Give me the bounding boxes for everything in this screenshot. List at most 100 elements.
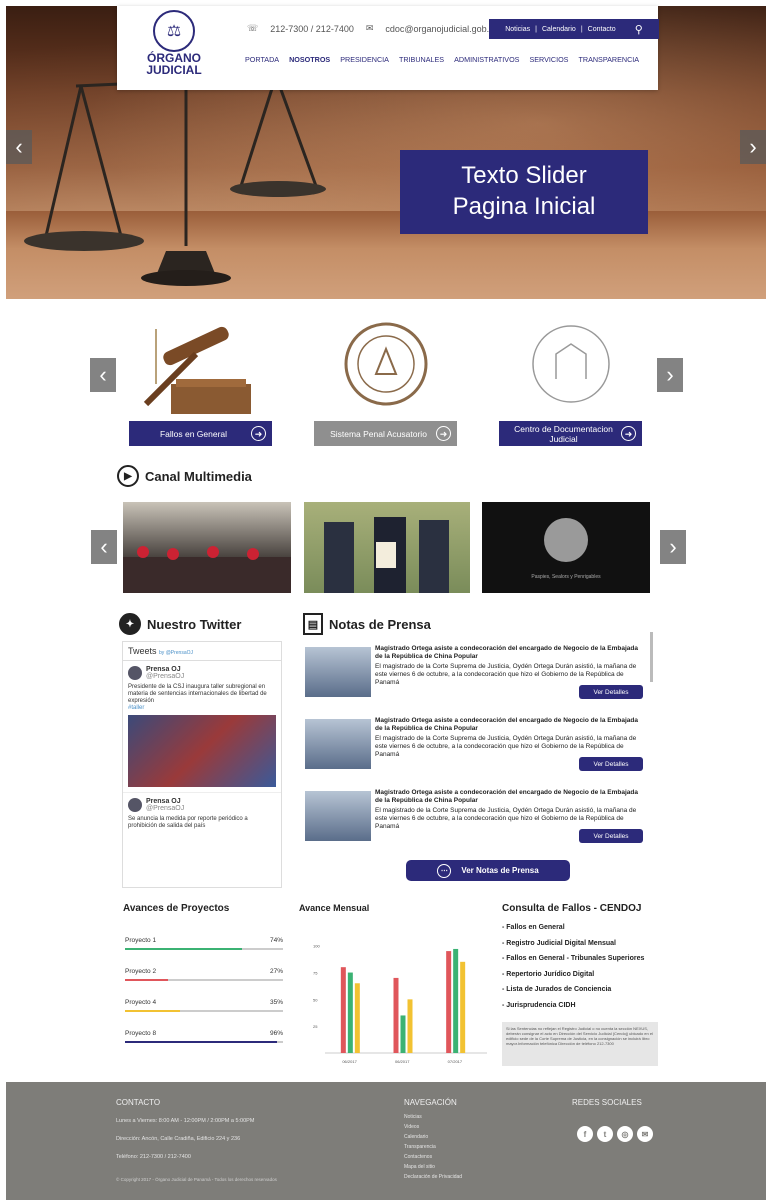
press-note[interactable]: Magistrado Ortega asiste a condecoración… <box>305 643 655 715</box>
search-icon[interactable]: ⚲ <box>635 23 643 36</box>
chart-bar <box>446 951 452 1053</box>
progress-bar <box>125 979 283 981</box>
page: Texto Slider Pagina Inicial ‹ › ⚖ ÓRGANO… <box>0 0 766 1200</box>
footer-nav-link[interactable]: Contactenos <box>404 1152 462 1162</box>
service-label-text: Sistema Penal Acusatorio <box>330 428 427 439</box>
email-icon[interactable]: ✉ <box>637 1126 653 1142</box>
tweet-link[interactable]: #taller <box>128 705 276 711</box>
footer-copyright: © Copyright 2017 - Órgano Judicial de Pa… <box>116 1177 277 1182</box>
details-button[interactable]: Ver Detalles <box>579 829 643 843</box>
footer-nav-link[interactable]: Videos <box>404 1122 462 1132</box>
press-note-thumbnail <box>305 719 371 769</box>
video-caption: Paspies, Sealors y Penrigables <box>531 574 601 580</box>
footer-nav-link[interactable]: Transparencia <box>404 1142 462 1152</box>
y-tick-label: 75 <box>313 971 318 976</box>
cendoj-heading: Consulta de Fallos - CENDOJ <box>502 903 642 914</box>
chevron-right-icon: › <box>666 362 674 387</box>
cendoj-link[interactable]: - Repertorio Jurídico Digital <box>502 967 662 983</box>
nav-item-portada[interactable]: PORTADA <box>245 55 279 64</box>
logo-line2: JUDICIAL <box>146 63 202 77</box>
press-note-thumbnail <box>305 791 371 841</box>
press-note-title[interactable]: Magistrado Ortega asiste a condecoración… <box>375 717 643 733</box>
topbar-link-calendar[interactable]: Calendario <box>542 26 576 33</box>
footer-nav-link[interactable]: Calendario <box>404 1132 462 1142</box>
video-thumbnail-1[interactable] <box>123 502 291 593</box>
footer: CONTACTO Lunes a Viernes: 8:00 AM - 12:0… <box>6 1082 766 1200</box>
progress-fill <box>125 1010 181 1012</box>
multimedia-heading: ▶ Canal Multimedia <box>117 465 252 487</box>
video-next-arrow[interactable]: › <box>660 530 686 564</box>
services-next-arrow[interactable]: › <box>657 358 683 392</box>
nav-item-transparencia[interactable]: TRANSPARENCIA <box>578 55 639 64</box>
topbar-link-news[interactable]: Noticias <box>505 26 530 33</box>
service-label: Centro de Documentacion Judicial ➜ <box>499 421 642 446</box>
chart-bar <box>400 1015 406 1053</box>
progress-bar <box>125 1041 283 1043</box>
cendoj-link[interactable]: - Registro Judicial Digital Mensual <box>502 936 662 952</box>
tweets-label: Tweets <box>128 646 157 656</box>
services-prev-arrow[interactable]: ‹ <box>90 358 116 392</box>
footer-nav-link[interactable]: Noticias <box>404 1112 462 1122</box>
tweet-image[interactable] <box>128 715 276 787</box>
nav-item-tribunales[interactable]: TRIBUNALES <box>399 55 444 64</box>
nav-item-administrativos[interactable]: ADMINISTRATIVOS <box>454 55 519 64</box>
chart-bar <box>460 961 466 1053</box>
play-icon: ▶ <box>117 465 139 487</box>
slider-caption-line2: Pagina Inicial <box>452 193 596 220</box>
tweet[interactable]: Prensa OJ @PrensaOJ Presidente de la CSJ … <box>123 661 281 792</box>
tweet[interactable]: Prensa OJ @PrensaOJ Se anuncia la medida … <box>123 792 281 835</box>
nav-item-presidencia[interactable]: PRESIDENCIA <box>340 55 389 64</box>
footer-phones: Teléfono: 212-7300 / 212-7400 <box>116 1154 191 1160</box>
service-card-sistema-penal[interactable]: Sistema Penal Acusatorio ➜ <box>314 306 457 446</box>
service-card-fallos[interactable]: Fallos en General ➜ <box>129 306 272 446</box>
twitter-icon[interactable]: t <box>597 1126 613 1142</box>
progress-fill <box>125 1041 277 1043</box>
gavel-image <box>129 306 272 421</box>
cendoj-link-label: Jurisprudencia CIDH <box>506 1001 576 1009</box>
phone-icon: ☏ <box>247 23 259 33</box>
chevron-left-icon: ‹ <box>99 362 107 387</box>
facebook-icon[interactable]: f <box>577 1126 593 1142</box>
details-button[interactable]: Ver Detalles <box>579 757 643 771</box>
press-note-title[interactable]: Magistrado Ortega asiste a condecoración… <box>375 789 643 805</box>
cendoj-link[interactable]: - Lista de Jurados de Conciencia <box>502 982 662 998</box>
footer-nav-title: NAVEGACIÓN <box>404 1098 457 1107</box>
tweets-header: Tweets by @PrensaOJ <box>123 642 281 661</box>
video-thumbnail-3[interactable]: Paspies, Sealors y Penrigables <box>482 502 650 593</box>
nav-item-servicios[interactable]: SERVICIOS <box>529 55 568 64</box>
cendoj-link[interactable]: - Fallos en General - Tribunales Superio… <box>502 951 662 967</box>
topbar-link-contact[interactable]: Contacto <box>588 26 616 33</box>
twitter-feed[interactable]: Tweets by @PrensaOJ Prensa OJ @PrensaOJ P… <box>122 641 282 888</box>
service-label-text: Fallos en General <box>159 428 228 439</box>
progress-bar <box>125 948 283 950</box>
email-link[interactable]: cdoc@organojudicial.gob.pa <box>385 24 499 34</box>
press-note[interactable]: Magistrado Ortega asiste a condecoración… <box>305 715 655 787</box>
instagram-icon[interactable]: ◎ <box>617 1126 633 1142</box>
main-nav: PORTADA NOSOTROS PRESIDENCIA TRIBUNALES … <box>245 55 639 64</box>
press-note-title[interactable]: Magistrado Ortega asiste a condecoración… <box>375 645 643 661</box>
video-prev-arrow[interactable]: ‹ <box>91 530 117 564</box>
twitter-bird-icon: ✦ <box>119 613 141 635</box>
service-card-cendoj[interactable]: Centro de Documentacion Judicial ➜ <box>499 306 642 446</box>
project-percent: 74% <box>269 937 283 944</box>
tweet-text: Se anuncia la medida por reporte periódi… <box>128 816 248 829</box>
service-label: Sistema Penal Acusatorio ➜ <box>314 421 457 446</box>
nav-item-nosotros[interactable]: NOSOTROS <box>289 55 330 64</box>
logo[interactable]: ⚖ ÓRGANO JUDICIAL <box>139 10 209 88</box>
cendoj-link[interactable]: - Jurisprudencia CIDH <box>502 998 662 1014</box>
y-tick-label: 100 <box>313 944 320 949</box>
hero-prev-arrow[interactable]: ‹ <box>6 130 32 164</box>
footer-nav-link[interactable]: Declaración de Privacidad <box>404 1172 462 1182</box>
progress-fill <box>125 948 242 950</box>
press-note[interactable]: Magistrado Ortega asiste a condecoración… <box>305 787 655 859</box>
press-note-text: El magistrado de la Corte Suprema de Jus… <box>375 735 637 758</box>
footer-nav-link[interactable]: Mapa del sitio <box>404 1162 462 1172</box>
more-press-button[interactable]: ⋯ Ver Notas de Prensa <box>406 860 570 881</box>
cendoj-link[interactable]: - Fallos en General <box>502 920 662 936</box>
cendoj-link-label: Fallos en General <box>506 924 565 931</box>
details-button[interactable]: Ver Detalles <box>579 685 643 699</box>
video-thumbnail-2[interactable] <box>304 502 470 593</box>
cendoj-link-label: Fallos en General - Tribunales Superiore… <box>506 955 645 962</box>
chart-bar <box>354 983 360 1053</box>
hero-next-arrow[interactable]: › <box>740 130 766 164</box>
